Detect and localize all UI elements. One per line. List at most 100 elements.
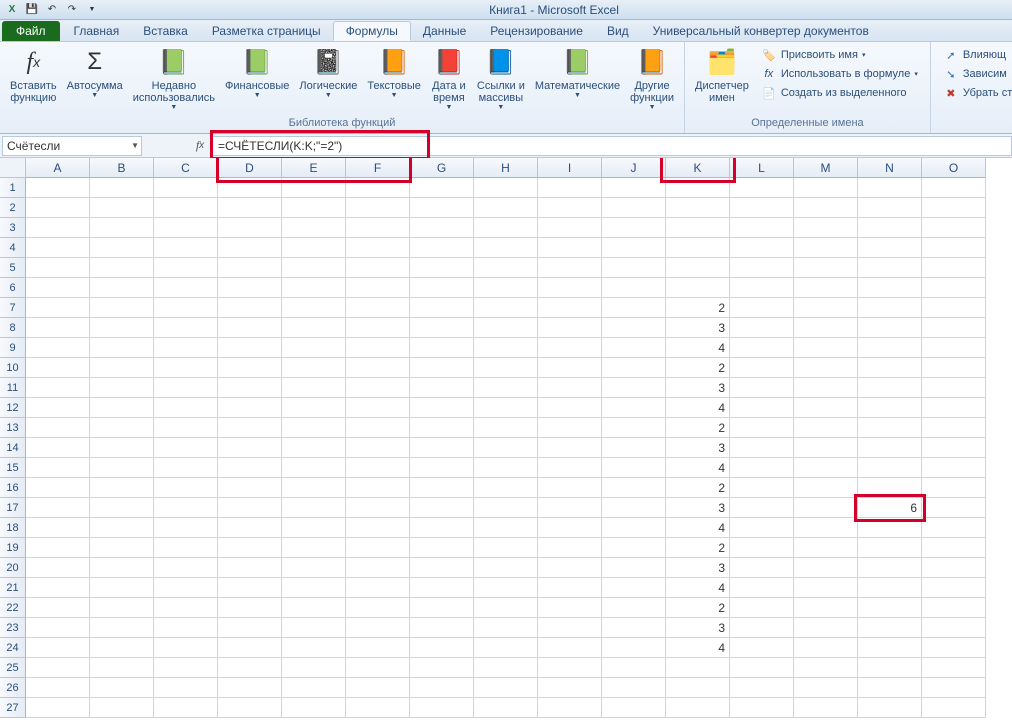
column-header-A[interactable]: A	[26, 158, 90, 178]
name-manager-button[interactable]: 🗂️ Диспетчер имен	[691, 44, 753, 106]
cell-H2[interactable]	[474, 198, 538, 218]
cell-A18[interactable]	[26, 518, 90, 538]
cell-G13[interactable]	[410, 418, 474, 438]
cell-B12[interactable]	[90, 398, 154, 418]
cell-A19[interactable]	[26, 538, 90, 558]
row-header-23[interactable]: 23	[0, 618, 26, 638]
cell-C15[interactable]	[154, 458, 218, 478]
cell-B26[interactable]	[90, 678, 154, 698]
cell-L17[interactable]	[730, 498, 794, 518]
cell-C9[interactable]	[154, 338, 218, 358]
tab-вид[interactable]: Вид	[595, 21, 641, 41]
cell-I5[interactable]	[538, 258, 602, 278]
cell-H22[interactable]	[474, 598, 538, 618]
cell-E7[interactable]	[282, 298, 346, 318]
row-header-12[interactable]: 12	[0, 398, 26, 418]
cell-B2[interactable]	[90, 198, 154, 218]
cell-E23[interactable]	[282, 618, 346, 638]
fx-button[interactable]: fx	[188, 136, 212, 156]
cell-C23[interactable]	[154, 618, 218, 638]
cell-N18[interactable]	[858, 518, 922, 538]
cell-N3[interactable]	[858, 218, 922, 238]
cell-J8[interactable]	[602, 318, 666, 338]
cell-D7[interactable]	[218, 298, 282, 318]
cell-N10[interactable]	[858, 358, 922, 378]
cell-H13[interactable]	[474, 418, 538, 438]
cell-H17[interactable]	[474, 498, 538, 518]
cell-J6[interactable]	[602, 278, 666, 298]
cell-A24[interactable]	[26, 638, 90, 658]
row-header-13[interactable]: 13	[0, 418, 26, 438]
cell-E22[interactable]	[282, 598, 346, 618]
cell-L2[interactable]	[730, 198, 794, 218]
cell-C6[interactable]	[154, 278, 218, 298]
cell-G2[interactable]	[410, 198, 474, 218]
cell-H15[interactable]	[474, 458, 538, 478]
cell-J7[interactable]	[602, 298, 666, 318]
cell-E21[interactable]	[282, 578, 346, 598]
cell-J10[interactable]	[602, 358, 666, 378]
cell-F10[interactable]	[346, 358, 410, 378]
trace-dependents-button[interactable]: ➘ Зависим	[941, 65, 1012, 83]
cell-A21[interactable]	[26, 578, 90, 598]
tab-формулы[interactable]: Формулы	[333, 21, 411, 41]
cell-I12[interactable]	[538, 398, 602, 418]
cell-A2[interactable]	[26, 198, 90, 218]
cell-N2[interactable]	[858, 198, 922, 218]
cell-G25[interactable]	[410, 658, 474, 678]
cell-K16[interactable]: 2	[666, 478, 730, 498]
row-header-24[interactable]: 24	[0, 638, 26, 658]
cell-N17[interactable]: 6	[858, 498, 922, 518]
cell-J18[interactable]	[602, 518, 666, 538]
cell-K21[interactable]: 4	[666, 578, 730, 598]
cell-B27[interactable]	[90, 698, 154, 718]
cell-F19[interactable]	[346, 538, 410, 558]
cell-A3[interactable]	[26, 218, 90, 238]
cell-H9[interactable]	[474, 338, 538, 358]
cell-D19[interactable]	[218, 538, 282, 558]
cell-D16[interactable]	[218, 478, 282, 498]
cell-F2[interactable]	[346, 198, 410, 218]
cell-D8[interactable]	[218, 318, 282, 338]
cell-M1[interactable]	[794, 178, 858, 198]
cell-D26[interactable]	[218, 678, 282, 698]
cell-M23[interactable]	[794, 618, 858, 638]
cell-O17[interactable]	[922, 498, 986, 518]
cell-M3[interactable]	[794, 218, 858, 238]
cell-D11[interactable]	[218, 378, 282, 398]
cell-D4[interactable]	[218, 238, 282, 258]
cell-A4[interactable]	[26, 238, 90, 258]
cell-B15[interactable]	[90, 458, 154, 478]
cell-F6[interactable]	[346, 278, 410, 298]
cell-E15[interactable]	[282, 458, 346, 478]
cell-J5[interactable]	[602, 258, 666, 278]
row-header-22[interactable]: 22	[0, 598, 26, 618]
cell-N15[interactable]	[858, 458, 922, 478]
cell-M11[interactable]	[794, 378, 858, 398]
cell-G22[interactable]	[410, 598, 474, 618]
cell-D12[interactable]	[218, 398, 282, 418]
cell-H5[interactable]	[474, 258, 538, 278]
cell-D20[interactable]	[218, 558, 282, 578]
cell-C25[interactable]	[154, 658, 218, 678]
cell-F15[interactable]	[346, 458, 410, 478]
cell-L6[interactable]	[730, 278, 794, 298]
autosum-button[interactable]: Σ Автосумма ▼	[63, 44, 127, 101]
cell-J13[interactable]	[602, 418, 666, 438]
cell-J24[interactable]	[602, 638, 666, 658]
cell-A25[interactable]	[26, 658, 90, 678]
date-time-button[interactable]: 📕 Дата и время ▼	[427, 44, 471, 113]
formula-input[interactable]: =СЧЁТЕСЛИ(K:K;"=2")	[212, 136, 1012, 156]
cell-C2[interactable]	[154, 198, 218, 218]
row-header-18[interactable]: 18	[0, 518, 26, 538]
cell-K1[interactable]	[666, 178, 730, 198]
cell-K3[interactable]	[666, 218, 730, 238]
cell-B4[interactable]	[90, 238, 154, 258]
cell-G9[interactable]	[410, 338, 474, 358]
tab-вставка[interactable]: Вставка	[131, 21, 200, 41]
cell-C10[interactable]	[154, 358, 218, 378]
insert-function-button[interactable]: fx Вставить функцию	[6, 44, 61, 106]
cell-M20[interactable]	[794, 558, 858, 578]
cell-K7[interactable]: 2	[666, 298, 730, 318]
cell-H19[interactable]	[474, 538, 538, 558]
